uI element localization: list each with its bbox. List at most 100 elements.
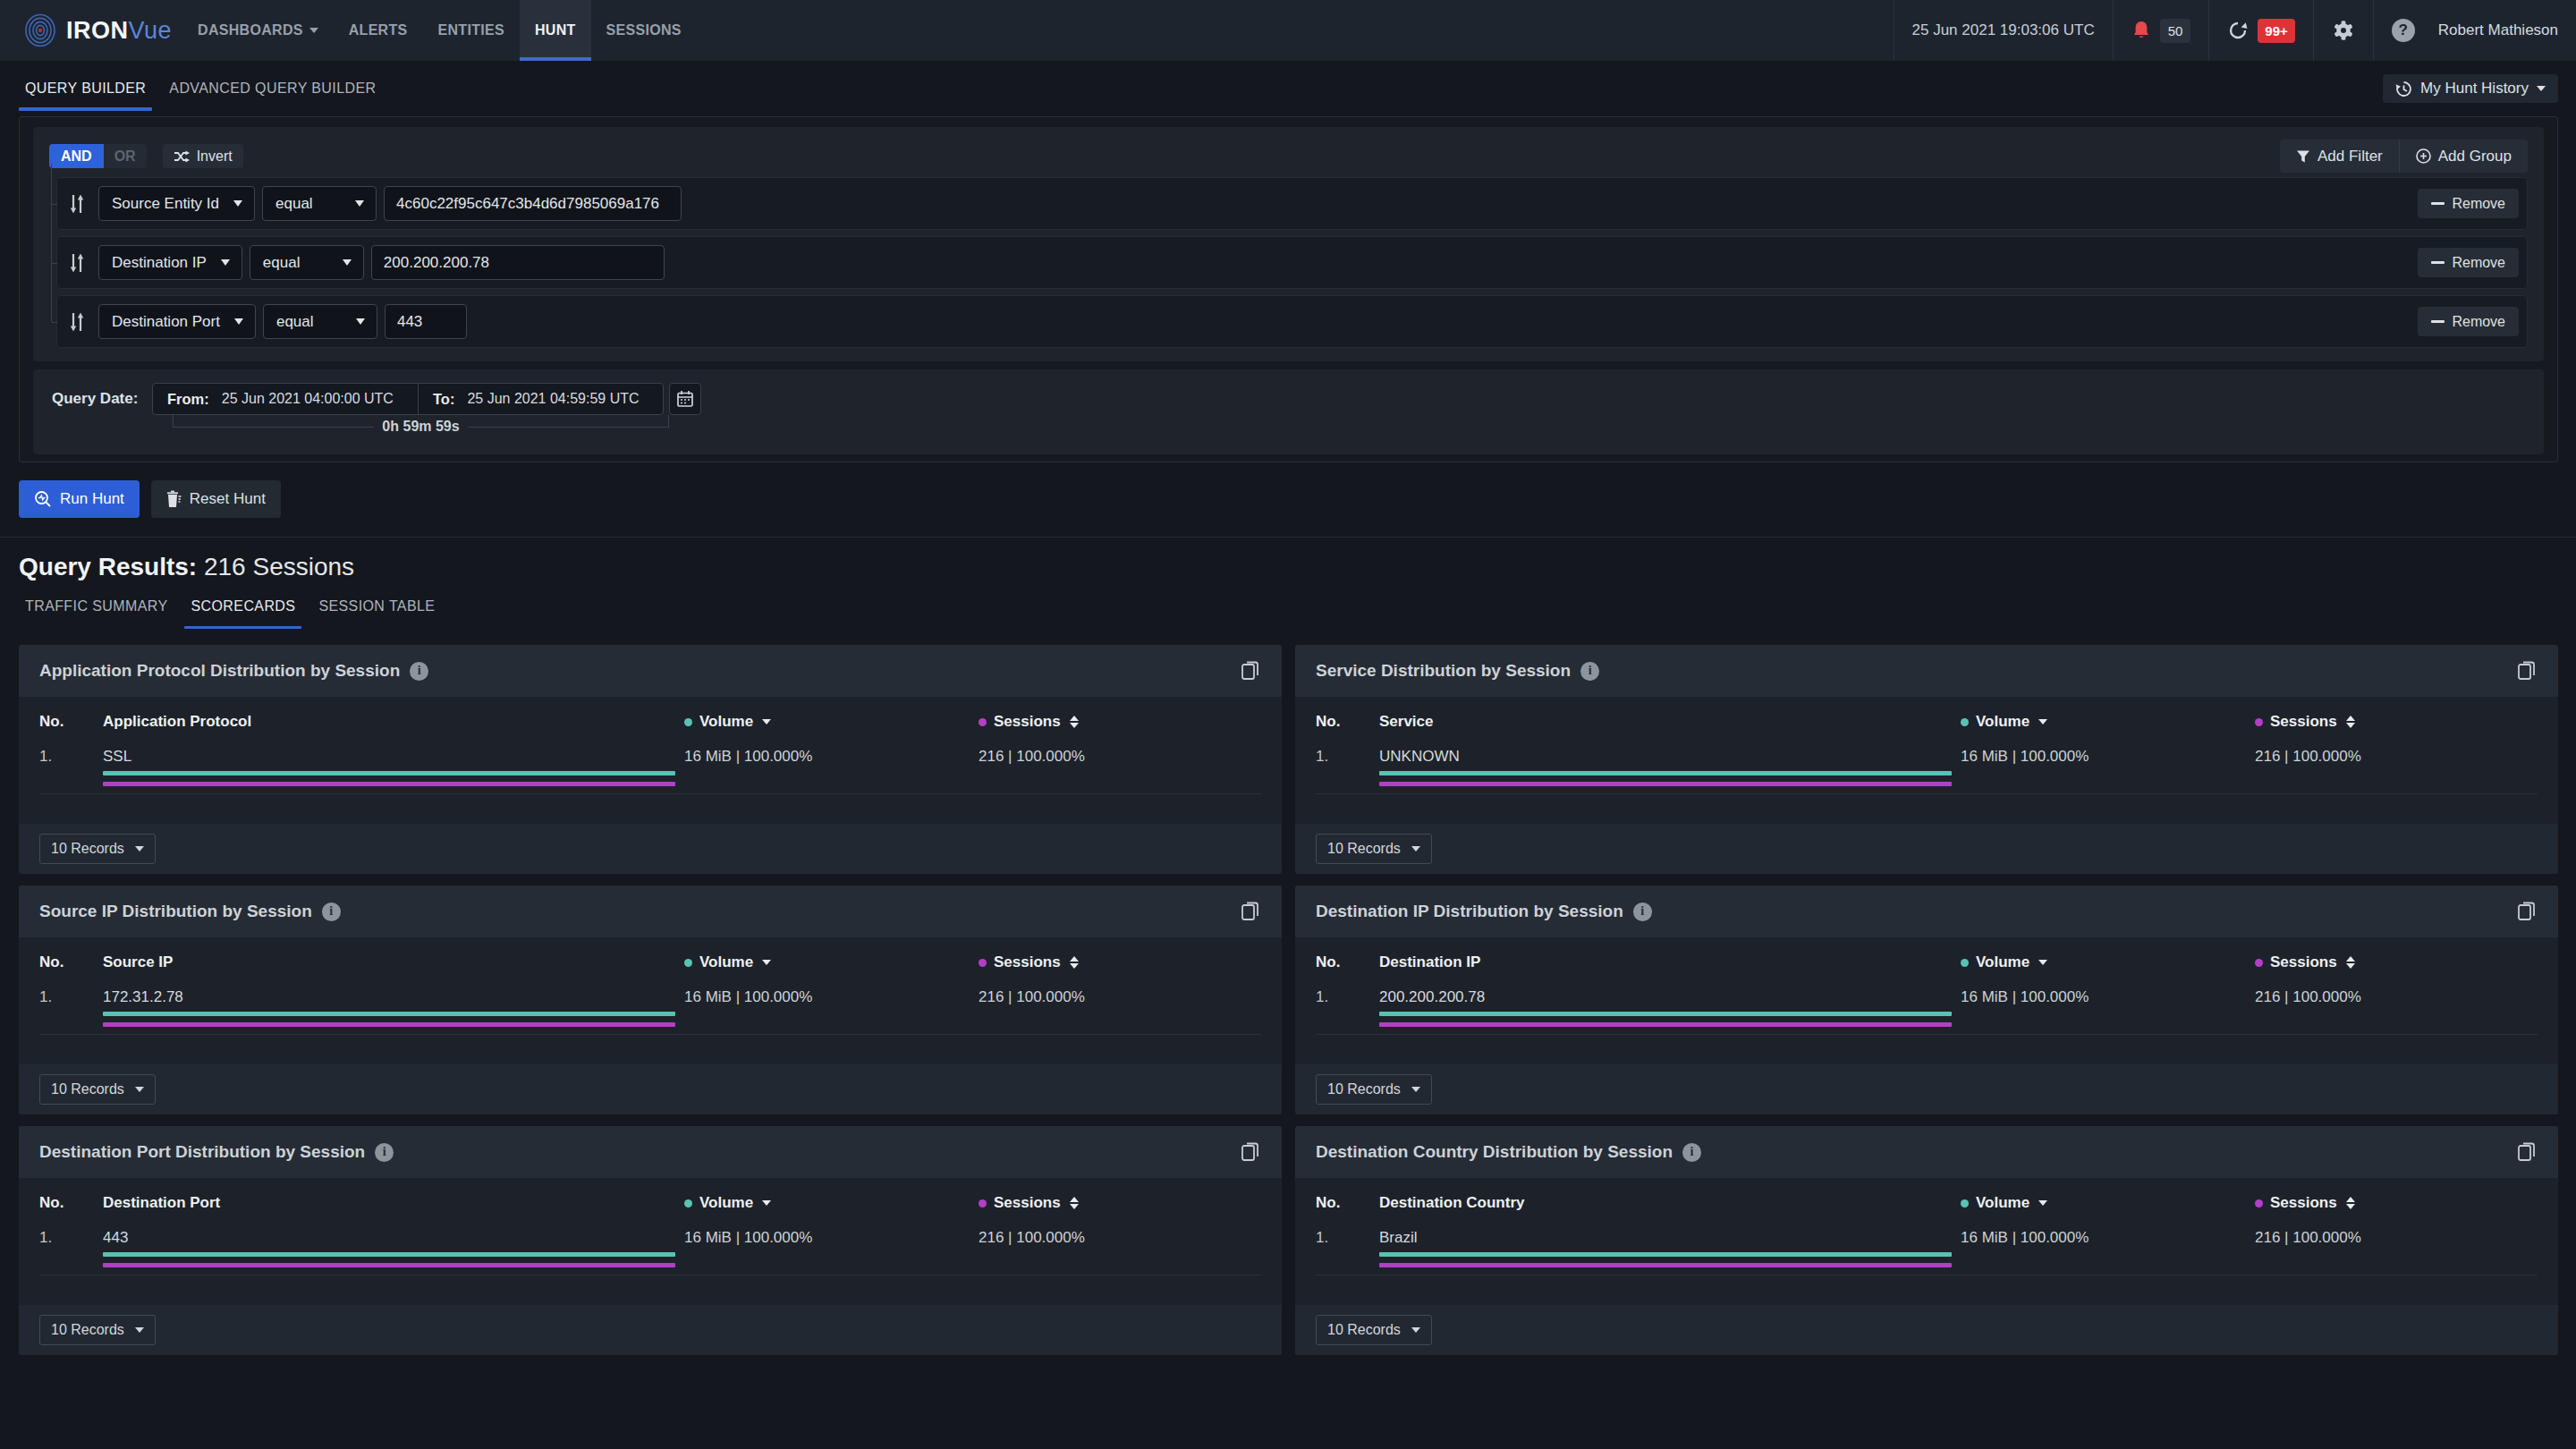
column-sessions[interactable]: Sessions (2255, 1194, 2538, 1212)
column-volume[interactable]: Volume (684, 713, 979, 731)
column-category[interactable]: Service (1379, 713, 1961, 731)
info-icon[interactable]: i (1682, 1143, 1701, 1162)
info-icon[interactable]: i (322, 902, 341, 921)
remove-filter-button[interactable]: Remove (2418, 189, 2519, 218)
records-per-page-select[interactable]: 10 Records (1316, 1074, 1432, 1105)
logic-toggle: AND OR (49, 144, 147, 168)
column-no[interactable]: No. (39, 953, 103, 971)
row-category-value[interactable]: 200.200.200.78 (1379, 988, 1485, 1005)
date-from-field[interactable]: From: 25 Jun 2021 04:00:00 UTC (153, 384, 419, 414)
results-tabs: TRAFFIC SUMMARY SCORECARDS SESSION TABLE (25, 581, 2558, 631)
records-per-page-select[interactable]: 10 Records (1316, 1315, 1432, 1345)
row-category-value[interactable]: UNKNOWN (1379, 748, 1460, 765)
column-volume[interactable]: Volume (1961, 953, 2255, 971)
reorder-icon[interactable] (67, 311, 87, 333)
row-category-value[interactable]: 172.31.2.78 (103, 988, 183, 1005)
copy-icon[interactable] (2516, 1140, 2538, 1164)
filter-field-select[interactable]: Destination Port (98, 304, 256, 339)
column-category[interactable]: Source IP (103, 953, 684, 971)
row-category-cell: SSL (103, 748, 684, 786)
copy-icon[interactable] (1240, 900, 1261, 923)
sort-desc-icon (2038, 960, 2047, 965)
filter-value-input[interactable] (384, 186, 682, 221)
remove-filter-button[interactable]: Remove (2418, 248, 2519, 277)
nav-item-entities[interactable]: ENTITIES (423, 0, 520, 61)
column-volume[interactable]: Volume (1961, 1194, 2255, 1212)
sessions-bar (103, 782, 675, 786)
and-toggle[interactable]: AND (49, 144, 104, 168)
records-per-page-select[interactable]: 10 Records (39, 834, 156, 864)
refresh-area[interactable]: 99+ (2209, 0, 2312, 61)
nav-item-sessions[interactable]: SESSIONS (591, 0, 697, 61)
settings[interactable] (2314, 0, 2373, 61)
info-icon[interactable]: i (410, 662, 428, 681)
filter-field-select[interactable]: Source Entity Id (98, 186, 255, 221)
help-icon[interactable]: ? (2392, 19, 2415, 42)
column-volume[interactable]: Volume (684, 953, 979, 971)
records-per-page-select[interactable]: 10 Records (39, 1315, 156, 1345)
volume-dot (684, 959, 692, 967)
column-category[interactable]: Application Protocol (103, 713, 684, 731)
or-toggle[interactable]: OR (104, 144, 147, 168)
tab-advanced-query-builder[interactable]: ADVANCED QUERY BUILDER (169, 61, 376, 116)
column-category[interactable]: Destination Country (1379, 1194, 1961, 1212)
column-category[interactable]: Destination Port (103, 1194, 684, 1212)
add-group-button[interactable]: Add Group (2400, 140, 2528, 173)
column-sessions[interactable]: Sessions (2255, 953, 2538, 971)
column-no[interactable]: No. (1316, 713, 1379, 731)
run-hunt-button[interactable]: Run Hunt (19, 480, 140, 518)
copy-icon[interactable] (1240, 659, 1261, 682)
brand[interactable]: IRONVue (0, 0, 172, 61)
date-to-field[interactable]: To: 25 Jun 2021 04:59:59 UTC (419, 384, 663, 414)
records-per-page-select[interactable]: 10 Records (39, 1074, 156, 1105)
volume-bar (103, 771, 675, 775)
tab-session-table[interactable]: SESSION TABLE (318, 581, 435, 631)
reorder-icon[interactable] (67, 193, 87, 215)
filter-operator-select[interactable]: equal (262, 186, 377, 221)
tab-traffic-summary[interactable]: TRAFFIC SUMMARY (25, 581, 167, 631)
info-icon[interactable]: i (375, 1143, 394, 1162)
minus-icon (2431, 202, 2445, 205)
info-icon[interactable]: i (1633, 902, 1652, 921)
filter-value-input[interactable] (371, 245, 665, 280)
column-sessions[interactable]: Sessions (2255, 713, 2538, 731)
tab-query-builder[interactable]: QUERY BUILDER (25, 61, 146, 116)
alerts-bell[interactable]: 50 (2114, 0, 2209, 61)
add-filter-button[interactable]: Add Filter (2280, 140, 2400, 173)
filter-operator-select[interactable]: equal (263, 304, 377, 339)
records-per-page-select[interactable]: 10 Records (1316, 834, 1432, 864)
column-sessions[interactable]: Sessions (979, 953, 1261, 971)
row-category-value[interactable]: 443 (103, 1229, 128, 1246)
filter-operator-select[interactable]: equal (250, 245, 364, 280)
column-no[interactable]: No. (1316, 953, 1379, 971)
sessions-dot (979, 1199, 987, 1208)
nav-item-hunt[interactable]: HUNT (520, 0, 591, 61)
tab-scorecards[interactable]: SCORECARDS (191, 581, 295, 631)
nav-item-dashboards[interactable]: DASHBOARDS (182, 0, 334, 61)
row-category-value[interactable]: Brazil (1379, 1229, 1418, 1246)
calendar-button[interactable] (669, 383, 701, 415)
column-no[interactable]: No. (39, 713, 103, 731)
column-sessions[interactable]: Sessions (979, 713, 1261, 731)
copy-icon[interactable] (2516, 659, 2538, 682)
info-icon[interactable]: i (1580, 662, 1599, 681)
copy-icon[interactable] (1240, 1140, 1261, 1164)
copy-icon[interactable] (2516, 900, 2538, 923)
column-no[interactable]: No. (39, 1194, 103, 1212)
reset-hunt-button[interactable]: Reset Hunt (151, 480, 281, 518)
column-category[interactable]: Destination IP (1379, 953, 1961, 971)
column-sessions[interactable]: Sessions (979, 1194, 1261, 1212)
column-no[interactable]: No. (1316, 1194, 1379, 1212)
user-area[interactable]: ? Robert Mathieson (2374, 0, 2576, 61)
column-volume[interactable]: Volume (684, 1194, 979, 1212)
nav-item-alerts[interactable]: ALERTS (334, 0, 423, 61)
filter-value-input[interactable] (385, 304, 467, 339)
remove-filter-button[interactable]: Remove (2418, 307, 2519, 336)
column-volume[interactable]: Volume (1961, 713, 2255, 731)
reorder-icon[interactable] (67, 252, 87, 274)
row-category-cell: 200.200.200.78 (1379, 988, 1961, 1027)
filter-field-select[interactable]: Destination IP (98, 245, 242, 280)
my-hunt-history-button[interactable]: My Hunt History (2383, 74, 2558, 103)
invert-button[interactable]: Invert (163, 144, 243, 168)
row-category-value[interactable]: SSL (103, 748, 131, 765)
